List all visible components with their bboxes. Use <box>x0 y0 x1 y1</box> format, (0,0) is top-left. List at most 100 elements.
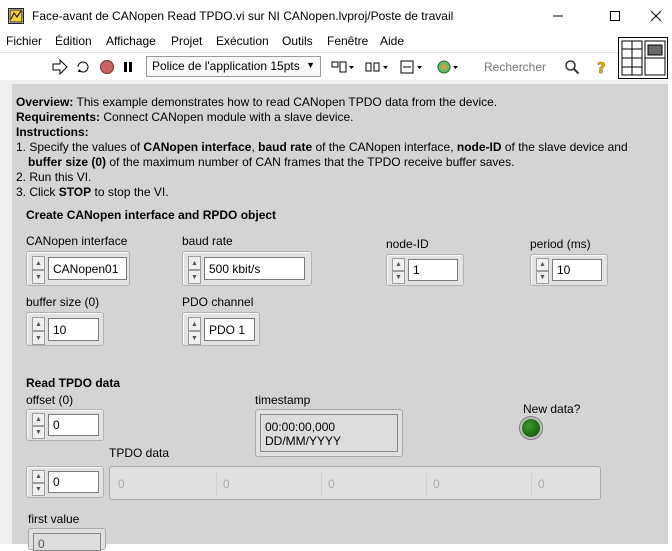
run-button[interactable] <box>51 58 69 76</box>
period-value[interactable]: 10 <box>552 259 602 281</box>
requirements-line: Requirements: Connect CANopen module wit… <box>16 110 354 125</box>
menu-fichier[interactable]: Fichier <box>6 34 42 48</box>
align-objects-button[interactable] <box>330 58 356 76</box>
baud-rate-label: baud rate <box>182 234 233 248</box>
canopen-interface-value[interactable]: CANopen01 <box>48 257 127 280</box>
minimize-button[interactable] <box>535 0 581 32</box>
timestamp-indicator: 00:00:00,000 DD/MM/YYYY <box>255 409 403 457</box>
instruction-step-1-cont: buffer size (0) of the maximum number of… <box>28 155 515 169</box>
offset-control[interactable]: ▲ ▼ 0 <box>26 409 104 441</box>
font-select[interactable]: Police de l'application 15pts ▼ <box>146 56 321 77</box>
tpdo-data-array: 0 0 0 0 0 <box>109 466 601 500</box>
node-id-value[interactable]: 1 <box>408 259 458 281</box>
requirements-text: Connect CANopen module with a slave devi… <box>100 110 354 124</box>
first-value-label: first value <box>28 512 80 526</box>
first-value-indicator: 0 <box>28 528 106 551</box>
font-select-value: Police de l'application 15pts <box>152 59 300 73</box>
offset-spinner[interactable]: ▲ ▼ <box>32 413 45 439</box>
canopen-interface-control[interactable]: ▲ ▼ CANopen01 <box>26 251 130 286</box>
pdo-channel-control[interactable]: ▲ ▼ PDO 1 <box>182 312 260 346</box>
menu-outils[interactable]: Outils <box>282 34 313 48</box>
create-section-heading: Create CANopen interface and RPDO object <box>26 208 277 222</box>
panel-left-margin <box>0 80 12 544</box>
buffer-size-spinner[interactable]: ▲ ▼ <box>32 317 45 345</box>
instruction-step-1: 1. Specify the values of CANopen interfa… <box>16 140 628 154</box>
menu-affichage[interactable]: Affichage <box>106 34 156 48</box>
run-continuously-button[interactable] <box>74 58 92 76</box>
chevron-down-icon: ▼ <box>306 60 315 70</box>
instructions-label: Instructions: <box>16 125 89 139</box>
new-data-label: New data? <box>523 402 581 416</box>
period-spinner[interactable]: ▲ ▼ <box>536 258 549 284</box>
labview-vi-icon <box>8 8 24 24</box>
tpdo-data-element: 0 <box>220 473 322 496</box>
first-value-display: 0 <box>33 533 101 551</box>
period-control[interactable]: ▲ ▼ 10 <box>530 254 608 286</box>
baud-rate-value[interactable]: 500 kbit/s <box>204 257 305 280</box>
timestamp-label: timestamp <box>255 393 311 407</box>
instruction-step-2: 2. Run this VI. <box>16 170 92 184</box>
canopen-interface-label: CANopen interface <box>26 234 128 248</box>
pdo-channel-label: PDO channel <box>182 295 254 309</box>
offset-value[interactable]: 0 <box>48 414 99 436</box>
distribute-objects-icon <box>365 62 388 72</box>
offset-label: offset (0) <box>26 393 74 407</box>
array-index-spinner[interactable]: ▲ ▼ <box>32 470 45 496</box>
timestamp-display: 00:00:00,000 DD/MM/YYYY <box>260 414 398 452</box>
close-button[interactable] <box>640 0 672 32</box>
tpdo-data-element: 0 <box>115 473 217 496</box>
buffer-size-value[interactable]: 10 <box>48 318 99 341</box>
menu-execution[interactable]: Exécution <box>216 34 269 48</box>
resize-objects-icon <box>400 60 422 74</box>
tpdo-data-element: 0 <box>325 473 427 496</box>
tpdo-data-label: TPDO data <box>109 446 170 460</box>
new-data-led <box>520 417 542 439</box>
title-bar: Face-avant de CANopen Read TPDO.vi sur N… <box>0 0 672 32</box>
svg-text:?: ? <box>597 59 606 75</box>
minimize-icon <box>553 15 563 17</box>
array-index-value[interactable]: 0 <box>48 471 99 493</box>
resize-objects-button[interactable] <box>398 58 424 76</box>
align-objects-icon <box>331 61 354 73</box>
reorder-button[interactable] <box>436 58 462 76</box>
overview-text: This example demonstrates how to read CA… <box>73 95 498 109</box>
instruction-step-3: 3. Click STOP to stop the VI. <box>16 185 169 199</box>
menu-aide[interactable]: Aide <box>380 34 404 48</box>
reorder-icon <box>437 60 458 74</box>
maximize-button[interactable] <box>592 0 638 32</box>
search-icon <box>565 60 580 75</box>
pdo-channel-spinner[interactable]: ▲ ▼ <box>188 317 201 345</box>
pause-button[interactable] <box>119 58 137 76</box>
run-continuously-icon <box>77 61 89 73</box>
close-icon <box>650 10 662 22</box>
pdo-channel-value[interactable]: PDO 1 <box>204 318 255 341</box>
context-help-button[interactable]: ? <box>592 58 610 76</box>
baud-rate-control[interactable]: ▲ ▼ 500 kbit/s <box>182 251 312 286</box>
menu-fenetre[interactable]: Fenêtre <box>327 34 368 48</box>
maximize-icon <box>610 11 620 21</box>
node-id-spinner[interactable]: ▲ ▼ <box>392 258 405 284</box>
node-id-label: node-ID <box>386 237 429 251</box>
pause-icon <box>124 62 132 72</box>
node-id-control[interactable]: ▲ ▼ 1 <box>386 254 464 286</box>
tpdo-data-element: 0 <box>538 477 545 491</box>
toolbar: Police de l'application 15pts ▼ ? <box>0 52 618 80</box>
vi-connector-pane-icon <box>618 37 668 79</box>
timestamp-date: DD/MM/YYYY <box>265 434 342 448</box>
menu-bar: Fichier Édition Affichage Projet Exécuti… <box>0 32 672 52</box>
buffer-size-label: buffer size (0) <box>26 295 100 309</box>
search-button[interactable] <box>563 58 581 76</box>
distribute-objects-button[interactable] <box>364 58 390 76</box>
help-icon: ? <box>597 59 606 75</box>
menu-edition[interactable]: Édition <box>55 34 92 48</box>
tpdo-data-element: 0 <box>430 473 532 496</box>
canopen-interface-spinner[interactable]: ▲ ▼ <box>32 256 45 284</box>
abort-button[interactable] <box>98 58 116 76</box>
buffer-size-control[interactable]: ▲ ▼ 10 <box>26 312 104 346</box>
requirements-label: Requirements: <box>16 110 101 124</box>
read-section-heading: Read TPDO data <box>26 376 121 390</box>
menu-projet[interactable]: Projet <box>171 34 202 48</box>
baud-rate-spinner[interactable]: ▲ ▼ <box>188 256 201 284</box>
array-index-control[interactable]: ▲ ▼ 0 <box>26 466 104 498</box>
period-label: period (ms) <box>530 237 591 251</box>
